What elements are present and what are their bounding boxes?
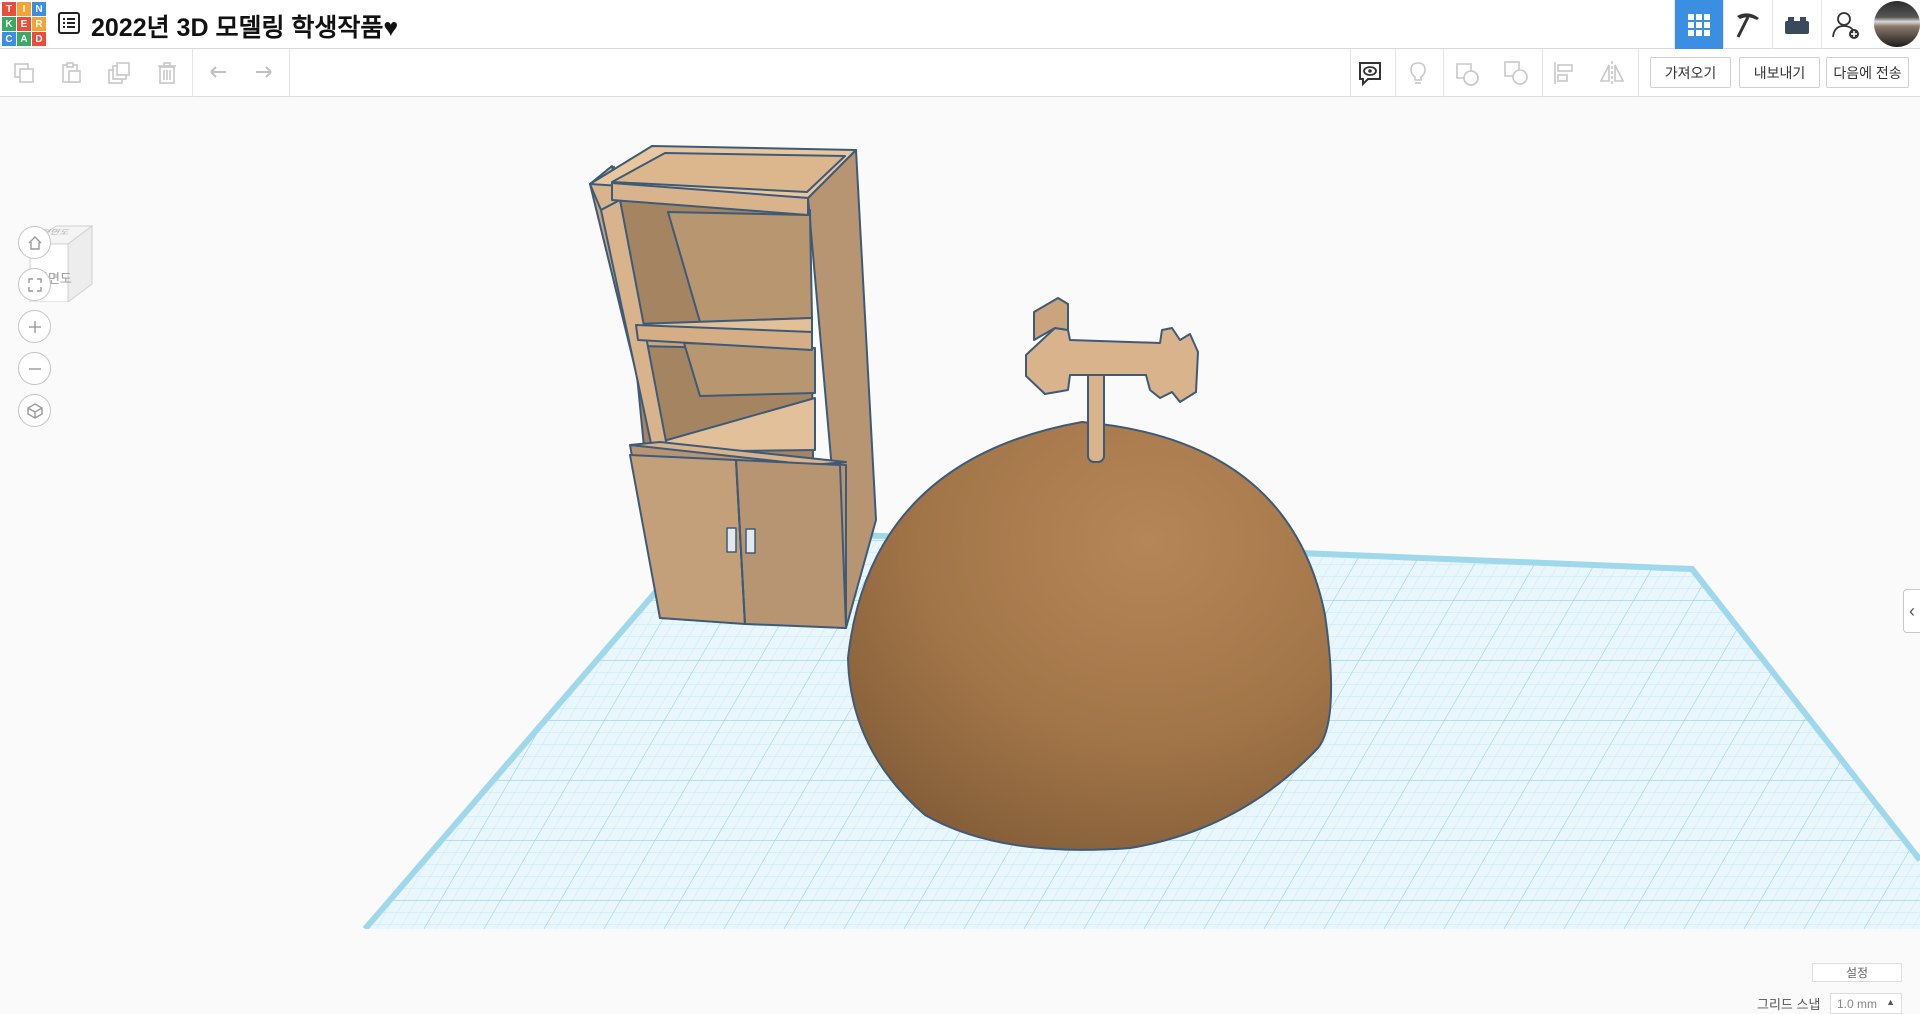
top-bar: T I N K E R C A D 2022년 3D 모델링 학생작품♥ <box>0 0 1920 49</box>
edit-toolbar: 가져오기 내보내기 다음에 전송 <box>0 49 1920 97</box>
align-icon[interactable] <box>1548 57 1580 89</box>
avatar[interactable] <box>1874 1 1920 47</box>
cabinet-model[interactable] <box>589 145 877 629</box>
dome-model[interactable] <box>846 420 1333 851</box>
logo-letter: C <box>2 32 16 46</box>
perspective-icon[interactable] <box>18 394 51 427</box>
grid-snap-value: 1.0 mm <box>1837 996 1878 1011</box>
bricks-icon[interactable] <box>1772 0 1821 49</box>
import-button[interactable]: 가져오기 <box>1650 57 1731 88</box>
redo-icon[interactable] <box>248 57 280 89</box>
shape-group-icon[interactable] <box>1452 57 1484 89</box>
logo-letter: D <box>32 32 46 46</box>
send-to-button[interactable]: 다음에 전송 <box>1826 57 1909 88</box>
zoom-out-icon[interactable] <box>18 352 51 385</box>
toolbar-divider <box>1443 49 1444 97</box>
logo-letter: E <box>17 17 31 31</box>
caret-up-icon: ▲ <box>1886 997 1895 1007</box>
undo-icon[interactable] <box>202 57 234 89</box>
grid-view-icon[interactable] <box>1674 0 1723 49</box>
design-list-icon[interactable] <box>58 12 80 34</box>
toolbar-divider <box>1350 49 1351 97</box>
logo-letter: A <box>17 32 31 46</box>
fit-view-icon[interactable] <box>18 268 51 301</box>
mirror-icon[interactable] <box>1596 57 1628 89</box>
logo-letter: N <box>32 2 46 16</box>
light-bulb-icon[interactable] <box>1402 57 1434 89</box>
toolbar-divider <box>192 49 193 97</box>
logo-letter: K <box>2 17 16 31</box>
grid-snap-label: 그리드 스냅 <box>1757 997 1821 1012</box>
project-title[interactable]: 2022년 3D 모델링 학생작품♥ <box>91 8 398 44</box>
home-view-icon[interactable] <box>18 226 51 259</box>
top-icon-group <box>1674 0 1920 49</box>
toolbar-divider <box>1542 49 1543 97</box>
delete-icon[interactable] <box>151 57 183 89</box>
logo-letter: T <box>2 2 16 16</box>
tinkercad-logo[interactable]: T I N K E R C A D <box>2 2 46 46</box>
notes-icon[interactable] <box>1354 57 1386 89</box>
zoom-in-icon[interactable] <box>18 310 51 343</box>
grid-snap-select[interactable]: 1.0 mm ▲ <box>1830 993 1902 1014</box>
duplicate-icon[interactable] <box>103 57 135 89</box>
paste-icon[interactable] <box>55 57 87 89</box>
workplane-viewport[interactable]: 평면도 정면도 ‹ 설정 그리드 스냅 1.0 mm ▲ <box>0 98 1920 1014</box>
pickaxe-icon[interactable] <box>1723 0 1772 49</box>
logo-letter: R <box>32 17 46 31</box>
shape-ungroup-icon[interactable] <box>1500 57 1532 89</box>
copy-icon[interactable] <box>8 57 40 89</box>
export-button[interactable]: 내보내기 <box>1739 57 1820 88</box>
settings-button[interactable]: 설정 <box>1812 963 1902 982</box>
scene-canvas[interactable] <box>0 98 1920 929</box>
collapse-panel-tab[interactable]: ‹ <box>1903 589 1920 633</box>
logo-letter: I <box>17 2 31 16</box>
toolbar-divider <box>1395 49 1396 97</box>
toolbar-divider <box>1638 49 1639 97</box>
add-user-icon[interactable] <box>1821 0 1870 49</box>
toolbar-divider <box>289 49 290 97</box>
